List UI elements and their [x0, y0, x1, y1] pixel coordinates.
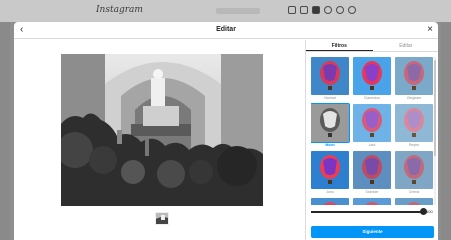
background-overlay-right[interactable]	[441, 22, 451, 240]
direct-icon[interactable]	[300, 6, 308, 14]
filter-grid: Normal Clarendon Gingham Moon Lark Reyes…	[311, 57, 433, 205]
filter-label: Slumber	[365, 190, 379, 194]
filter-thumbnail	[395, 57, 433, 95]
filter-reyes[interactable]: Reyes	[395, 104, 433, 150]
close-button[interactable]: ×	[427, 24, 433, 35]
filter-clarendon[interactable]: Clarendon	[353, 57, 391, 103]
filter-thumbnail	[311, 151, 349, 189]
photo-preview	[61, 54, 263, 206]
filter-lark[interactable]: Lark	[353, 104, 391, 150]
filters-panel: Filtros Editar Normal Clarendon Gingham …	[305, 40, 438, 240]
filter-tile[interactable]	[395, 198, 433, 205]
filter-tile[interactable]	[311, 198, 349, 205]
instagram-topbar: Instagram	[0, 0, 451, 22]
filter-moon[interactable]: Moon	[311, 103, 350, 150]
filter-label: Juno	[326, 190, 334, 194]
filter-slumber[interactable]: Slumber	[353, 151, 391, 197]
next-button[interactable]: Siguiente	[311, 226, 434, 238]
filter-thumbnail	[395, 198, 433, 205]
filter-label: Crema	[408, 190, 420, 194]
filter-label: Normal	[324, 96, 336, 100]
filters-scrollbar[interactable]	[434, 57, 436, 205]
preview-pane	[14, 40, 305, 240]
filter-thumbnail	[353, 198, 391, 205]
filter-label: Lark	[368, 143, 376, 147]
filter-thumbnail	[395, 104, 433, 142]
tab-filtros[interactable]: Filtros	[306, 40, 373, 51]
filter-label: Clarendon	[363, 96, 381, 100]
filter-label: Gingham	[406, 96, 422, 100]
instagram-logo[interactable]: Instagram	[96, 5, 143, 15]
new-post-icon[interactable]	[312, 6, 320, 14]
close-icon: ×	[427, 24, 433, 35]
activity-icon[interactable]	[336, 6, 344, 14]
topbar-icons	[288, 6, 356, 14]
home-icon[interactable]	[288, 6, 296, 14]
background-overlay-left[interactable]	[0, 22, 10, 240]
filter-crema[interactable]: Crema	[395, 151, 433, 197]
filter-thumbnail	[353, 151, 391, 189]
panel-tabs: Filtros Editar	[306, 40, 438, 52]
modal-title: Editar	[216, 26, 236, 33]
filter-thumbnail	[311, 103, 350, 143]
intensity-slider[interactable]	[311, 208, 427, 216]
search-input[interactable]	[216, 8, 260, 14]
filter-label: Moon	[325, 143, 335, 147]
filter-thumbnail	[311, 57, 349, 95]
filter-tile[interactable]	[353, 198, 391, 205]
intensity-value: 100	[426, 209, 433, 214]
modal-header: ‹ Editar ×	[14, 22, 438, 39]
filter-thumbnail	[353, 104, 391, 142]
tab-editar[interactable]: Editar	[373, 40, 439, 51]
filter-gingham[interactable]: Gingham	[395, 57, 433, 103]
photo-thumbnail[interactable]	[155, 212, 169, 225]
edit-modal: ‹ Editar × Filtros Editar Normal Clarend…	[14, 22, 438, 240]
filter-juno[interactable]: Juno	[311, 151, 349, 197]
filter-normal[interactable]: Normal	[311, 57, 349, 103]
filter-thumbnail	[353, 57, 391, 95]
filter-thumbnail	[395, 151, 433, 189]
filter-thumbnail	[311, 198, 349, 205]
profile-icon[interactable]	[348, 6, 356, 14]
explore-icon[interactable]	[324, 6, 332, 14]
scrollbar-thumb[interactable]	[434, 60, 436, 156]
slider-fill	[311, 211, 423, 213]
filter-label: Reyes	[409, 143, 419, 147]
